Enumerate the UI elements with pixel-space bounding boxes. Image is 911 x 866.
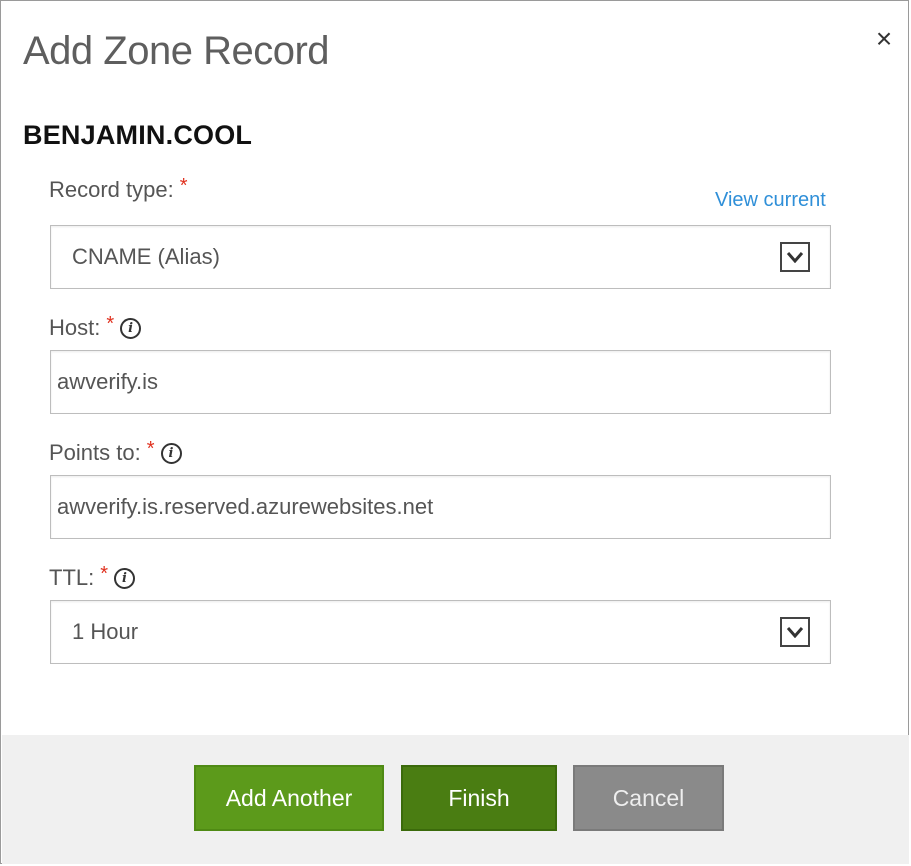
points-to-label: Points to: — [49, 440, 141, 465]
ttl-select[interactable]: 1 Hour — [50, 600, 831, 664]
info-icon[interactable]: i — [160, 442, 182, 464]
close-icon[interactable]: × — [870, 25, 898, 53]
info-icon[interactable]: i — [114, 567, 136, 589]
host-input[interactable]: awverify.is — [50, 350, 831, 414]
required-marker: * — [179, 174, 188, 197]
points-to-label-row: Points to: * i — [49, 437, 182, 466]
add-another-button[interactable]: Add Another — [194, 765, 384, 831]
record-type-select[interactable]: CNAME (Alias) — [50, 225, 831, 289]
host-label: Host: — [49, 315, 101, 340]
required-marker: * — [106, 312, 115, 335]
finish-button[interactable]: Finish — [401, 765, 557, 831]
domain-name: BENJAMIN.COOL — [23, 120, 253, 150]
required-marker: * — [146, 437, 155, 460]
points-to-input[interactable]: awverify.is.reserved.azurewebsites.net — [50, 475, 831, 539]
ttl-value: 1 Hour — [72, 619, 139, 644]
add-zone-record-dialog: Add Zone Record × BENJAMIN.COOL Record t… — [0, 0, 909, 864]
chevron-down-icon[interactable] — [780, 617, 810, 647]
record-type-label: Record type: — [49, 177, 174, 202]
chevron-down-icon[interactable] — [780, 242, 810, 272]
view-current-link[interactable]: View current — [715, 189, 826, 212]
info-icon[interactable]: i — [120, 317, 142, 339]
ttl-label: TTL: — [49, 565, 95, 590]
required-marker: * — [100, 562, 109, 585]
points-to-value: awverify.is.reserved.azurewebsites.net — [57, 494, 434, 519]
host-value: awverify.is — [57, 369, 159, 394]
host-label-row: Host: * i — [49, 312, 142, 341]
ttl-label-row: TTL: * i — [49, 562, 136, 591]
cancel-button[interactable]: Cancel — [573, 765, 724, 831]
record-type-value: CNAME (Alias) — [72, 244, 220, 269]
dialog-title: Add Zone Record — [23, 29, 330, 73]
record-type-label-row: Record type: * — [49, 174, 188, 203]
